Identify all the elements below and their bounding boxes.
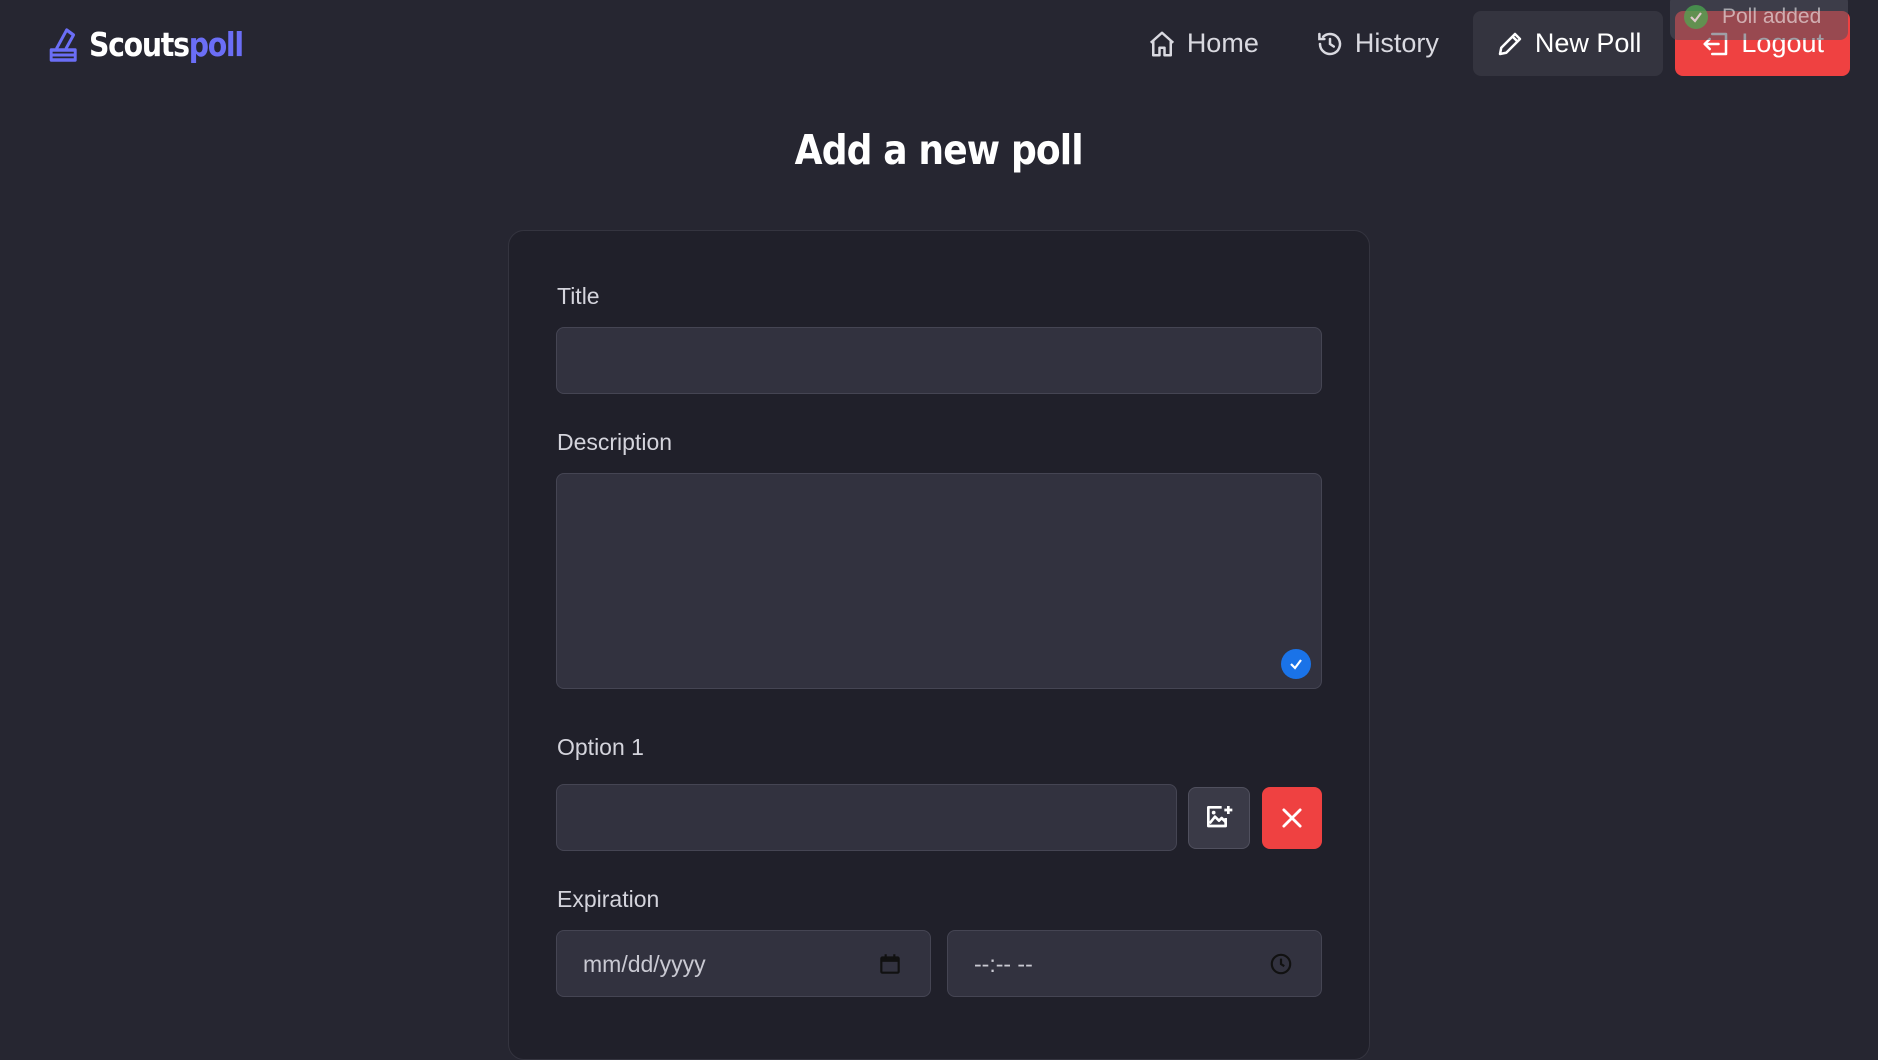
title-label: Title	[557, 283, 600, 309]
calendar-icon[interactable]	[877, 951, 903, 977]
title-input[interactable]	[556, 327, 1322, 394]
brand-name-part2: poll	[188, 24, 244, 64]
nav-history-label: History	[1354, 28, 1439, 58]
new-poll-form: Title Description Option 1 Expiration mm…	[508, 230, 1370, 1060]
home-icon	[1149, 31, 1174, 56]
date-placeholder: mm/dd/yyyy	[583, 951, 706, 977]
nav-history[interactable]: History	[1293, 11, 1461, 76]
nav-new-poll[interactable]: New Poll	[1472, 11, 1664, 76]
toast-notification[interactable]: Poll added	[1670, 0, 1848, 40]
description-label: Description	[557, 429, 673, 455]
pencil-icon	[1498, 32, 1522, 55]
option-1-input[interactable]	[556, 784, 1177, 851]
brand-name-part1: Scouts	[89, 24, 190, 64]
page-title: Add a new poll	[0, 126, 1878, 174]
option-1-label: Option 1	[557, 734, 644, 760]
check-circle-icon	[1684, 5, 1708, 29]
navbar: Scoutspoll Home History New Poll Logout	[0, 0, 1878, 88]
nav-home-label: Home	[1186, 28, 1259, 58]
time-placeholder: --:-- --	[974, 951, 1033, 977]
check-icon	[1290, 659, 1302, 670]
add-image-icon	[1207, 806, 1233, 828]
expiration-date-input[interactable]: mm/dd/yyyy	[556, 930, 931, 997]
ballot-box-icon	[49, 28, 77, 62]
toast-message: Poll added	[1722, 5, 1822, 28]
clock-icon[interactable]	[1268, 951, 1294, 977]
page-title-text: Add a new poll	[794, 126, 1084, 174]
description-textarea[interactable]	[556, 473, 1322, 689]
add-image-button[interactable]	[1188, 787, 1250, 849]
expiration-time-input[interactable]: --:-- --	[947, 930, 1322, 997]
expiration-label: Expiration	[557, 886, 660, 912]
nav-new-poll-label: New Poll	[1534, 28, 1642, 58]
close-icon	[1282, 808, 1302, 828]
grammar-check-badge[interactable]	[1281, 649, 1311, 679]
nav-home[interactable]: Home	[1125, 11, 1281, 76]
history-icon	[1317, 32, 1342, 55]
remove-option-button[interactable]	[1262, 787, 1322, 849]
brand-logo[interactable]: Scoutspoll	[46, 22, 244, 66]
